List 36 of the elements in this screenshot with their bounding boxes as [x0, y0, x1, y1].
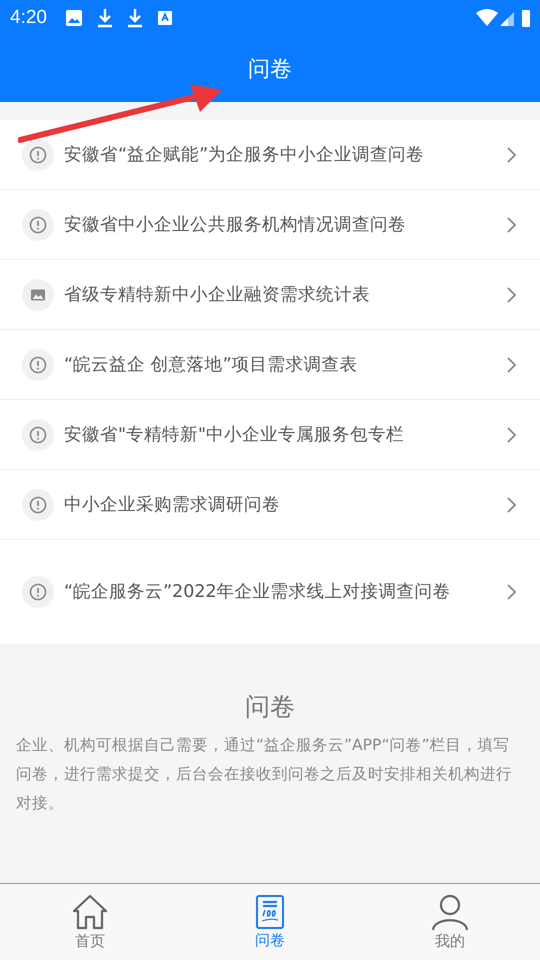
alert-icon [22, 138, 54, 170]
survey-title: 安徽省"专精特新"中小企业专属服务包专栏 [64, 424, 406, 446]
alert-icon [22, 488, 54, 520]
page-title: 问卷 [248, 56, 292, 84]
download-icon [96, 8, 113, 28]
survey-title: 中小企业采购需求调研问卷 [64, 494, 281, 516]
survey-item[interactable]: “皖企服务云”2022年企业需求线上对接调查问卷 [0, 540, 540, 644]
home-icon [70, 893, 110, 931]
image-notification-icon [64, 9, 83, 27]
status-time: 4:20 [10, 7, 47, 29]
download-icon [126, 8, 143, 28]
survey-item[interactable]: “皖云益企 创意落地”项目需求调查表 [0, 330, 540, 400]
survey-title: “皖云益企 创意落地”项目需求调查表 [64, 354, 359, 376]
app-notification-icon [156, 10, 173, 26]
survey-title: “皖企服务云”2022年企业需求线上对接调查问卷 [64, 581, 452, 604]
image-icon [22, 278, 54, 310]
info-title: 问卷 [244, 691, 296, 723]
nav-tab[interactable]: 首页 [0, 884, 180, 960]
alert-icon [22, 208, 54, 240]
survey-title: 省级专精特新中小企业融资需求统计表 [64, 284, 371, 306]
survey-item[interactable]: 中小企业采购需求调研问卷 [0, 470, 540, 540]
survey-item[interactable]: 安徽省“益企赋能”为企服务中小企业调查问卷 [0, 120, 540, 190]
survey-title: 安徽省中小企业公共服务机构情况调查问卷 [64, 214, 407, 236]
nav-tab[interactable]: 我的 [360, 884, 540, 960]
survey-item[interactable]: 安徽省中小企业公共服务机构情况调查问卷 [0, 190, 540, 260]
survey-title: 安徽省“益企赋能”为企服务中小企业调查问卷 [64, 144, 426, 166]
person-icon [430, 893, 470, 931]
survey-item[interactable]: 省级专精特新中小企业融资需求统计表 [0, 260, 540, 330]
survey-item[interactable]: 安徽省"专精特新"中小企业专属服务包专栏 [0, 400, 540, 470]
alert-icon [22, 418, 54, 450]
document-icon [255, 894, 285, 930]
nav-tab[interactable]: 问卷 [180, 884, 360, 960]
signal-icons [476, 8, 530, 28]
alert-icon [22, 348, 54, 380]
info-text: 企业、机构可根据自己需要，通过“益企服务云”APP“问卷”栏目，填写问卷，进行需求提交，后台会在接收到问卷之后及时安排相关机构进行对接。 [16, 735, 513, 814]
alert-icon [22, 576, 54, 608]
